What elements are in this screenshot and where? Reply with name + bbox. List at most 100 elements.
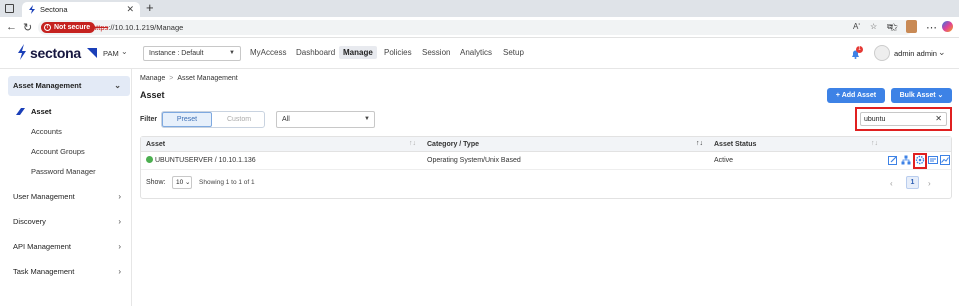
filter-select-value: All (282, 116, 290, 123)
sidebar: Asset Management ⌄ Asset Accounts Accoun… (0, 69, 132, 306)
url-text: https://10.10.1.219/Manage (92, 22, 183, 33)
column-header-asset[interactable]: Asset (146, 141, 165, 148)
column-header-category[interactable]: Category / Type (427, 141, 479, 148)
notification-bell[interactable]: 1 (851, 46, 863, 59)
nav-setup[interactable]: Setup (503, 48, 524, 57)
asset-name[interactable]: UBUNTUSERVER / 10.10.1.136 (155, 157, 256, 164)
nav-dashboard[interactable]: Dashboard (296, 48, 335, 57)
asset-category: Operating System/Unix Based (427, 157, 521, 164)
back-icon[interactable]: ← (6, 21, 17, 33)
nav-manage[interactable]: Manage (339, 46, 377, 59)
url-scheme: https (92, 23, 109, 32)
sidebar-group-asset-management[interactable]: Asset Management ⌄ (8, 76, 130, 96)
tab-title: Sectona (40, 5, 68, 14)
chevron-down-icon: ⌄ (937, 92, 944, 99)
chart-icon[interactable] (940, 155, 950, 165)
search-box[interactable]: ✕ (860, 112, 947, 126)
instance-select[interactable]: Instance : Default ▼ (143, 46, 241, 61)
sort-icon[interactable]: ↑↓ (409, 140, 416, 147)
sectona-logo-icon (18, 44, 26, 60)
sidebar-group-label: Discovery (13, 217, 46, 226)
sidebar-group-discovery[interactable]: Discovery › (8, 212, 130, 232)
caret-down-icon: ▼ (364, 116, 370, 122)
sidebar-group-label: Asset Management (13, 81, 82, 90)
clear-search-icon[interactable]: ✕ (935, 114, 942, 123)
page-size-select[interactable]: 10 ⌄ (172, 176, 192, 189)
sidebar-item-accounts[interactable]: Accounts (31, 127, 62, 136)
sidebar-item-account-groups[interactable]: Account Groups (31, 147, 85, 156)
tab-custom[interactable]: Custom (214, 112, 264, 127)
sidebar-group-task-management[interactable]: Task Management › (8, 262, 130, 282)
card-icon[interactable] (928, 155, 938, 165)
add-asset-button[interactable]: + Add Asset (827, 88, 885, 103)
new-tab-button[interactable]: + (146, 0, 154, 15)
hierarchy-icon[interactable] (901, 155, 911, 165)
edit-icon[interactable] (888, 155, 898, 165)
copilot-icon[interactable] (942, 21, 953, 32)
sort-icon[interactable]: ↑↓ (871, 140, 878, 147)
breadcrumb-separator-icon: > (169, 75, 174, 82)
current-page[interactable]: 1 (906, 176, 919, 189)
favorites-icon[interactable]: ✩ (889, 21, 898, 34)
breadcrumb-manage[interactable]: Manage (140, 75, 165, 82)
sidebar-group-label: API Management (13, 242, 71, 251)
sidebar-item-label: Asset (31, 107, 52, 116)
logo-text: sectona (30, 45, 81, 61)
notification-count: 1 (856, 46, 863, 53)
instance-value: Instance : Default (149, 50, 204, 57)
nav-policies[interactable]: Policies (384, 48, 412, 57)
refresh-icon[interactable]: ↻ (23, 21, 32, 34)
sidebar-group-user-management[interactable]: User Management › (8, 187, 130, 207)
tab-close-icon[interactable]: ✕ (126, 4, 134, 15)
action-highlight (913, 153, 927, 169)
asset-table: Asset ↑↓ Category / Type ↑↓ Asset Status… (140, 136, 952, 199)
bulk-asset-button[interactable]: Bulk Asset ⌄ (891, 88, 952, 103)
tab-actions-icon[interactable] (5, 4, 14, 13)
tab-preset[interactable]: Preset (162, 112, 212, 127)
not-secure-label: Not secure (54, 24, 91, 31)
url-path: ://10.10.1.219/Manage (108, 23, 184, 32)
browser-tab[interactable]: Sectona ✕ (22, 2, 140, 17)
sidebar-group-label: User Management (13, 192, 75, 201)
warning-icon: ! (44, 24, 51, 31)
page-size-value: 10 (176, 179, 184, 186)
pam-product-icon (87, 48, 97, 58)
search-input[interactable] (864, 114, 934, 125)
search-highlight: ✕ (855, 107, 952, 131)
sidebar-group-api-management[interactable]: API Management › (8, 237, 130, 257)
next-page-icon[interactable]: › (928, 179, 931, 188)
user-name: admin admin (894, 49, 937, 58)
url-field[interactable]: ! Not secure https://10.10.1.219/Manage … (38, 20, 913, 35)
chevron-down-icon: ⌄ (938, 47, 946, 57)
sort-icon[interactable]: ↑↓ (696, 140, 703, 147)
table-row[interactable]: UBUNTUSERVER / 10.10.1.136 Operating Sys… (141, 152, 951, 170)
asset-status: Active (714, 157, 734, 164)
read-aloud-icon[interactable]: Aʹ (853, 22, 860, 31)
asset-icon (16, 108, 25, 115)
caret-down-icon: ▼ (229, 50, 235, 56)
table-header: Asset ↑↓ Category / Type ↑↓ Asset Status… (141, 137, 951, 152)
sidebar-item-asset[interactable]: Asset (16, 107, 52, 116)
nav-session[interactable]: Session (422, 48, 450, 57)
not-secure-badge[interactable]: ! Not secure (41, 22, 96, 33)
app-header: sectona PAM ⌄ Instance : Default ▼ MyAcc… (0, 38, 959, 69)
chevron-right-icon: › (118, 267, 121, 276)
status-active-icon (146, 156, 153, 163)
chevron-right-icon: › (118, 217, 121, 226)
filter-label: Filter (140, 116, 158, 123)
sidebar-item-password-manager[interactable]: Password Manager (31, 167, 96, 176)
more-menu-icon[interactable]: ⋯ (926, 21, 937, 34)
product-label: PAM (103, 49, 119, 58)
address-bar: ← ↻ ! Not secure https://10.10.1.219/Man… (0, 17, 959, 38)
filter-select[interactable]: All ▼ (276, 111, 375, 128)
favorite-star-icon[interactable]: ☆ (870, 22, 877, 31)
table-footer: Show: 10 ⌄ Showing 1 to 1 of 1 ‹ 1 › (141, 171, 951, 199)
column-header-status[interactable]: Asset Status (714, 141, 756, 148)
nav-analytics[interactable]: Analytics (460, 48, 492, 57)
previous-page-icon[interactable]: ‹ (890, 179, 893, 188)
profile-avatar-icon[interactable] (906, 20, 917, 33)
user-avatar-icon (874, 45, 890, 61)
chevron-down-icon: ⌄ (114, 81, 121, 90)
nav-myaccess[interactable]: MyAccess (250, 48, 286, 57)
chevron-down-icon: ⌄ (121, 47, 128, 56)
